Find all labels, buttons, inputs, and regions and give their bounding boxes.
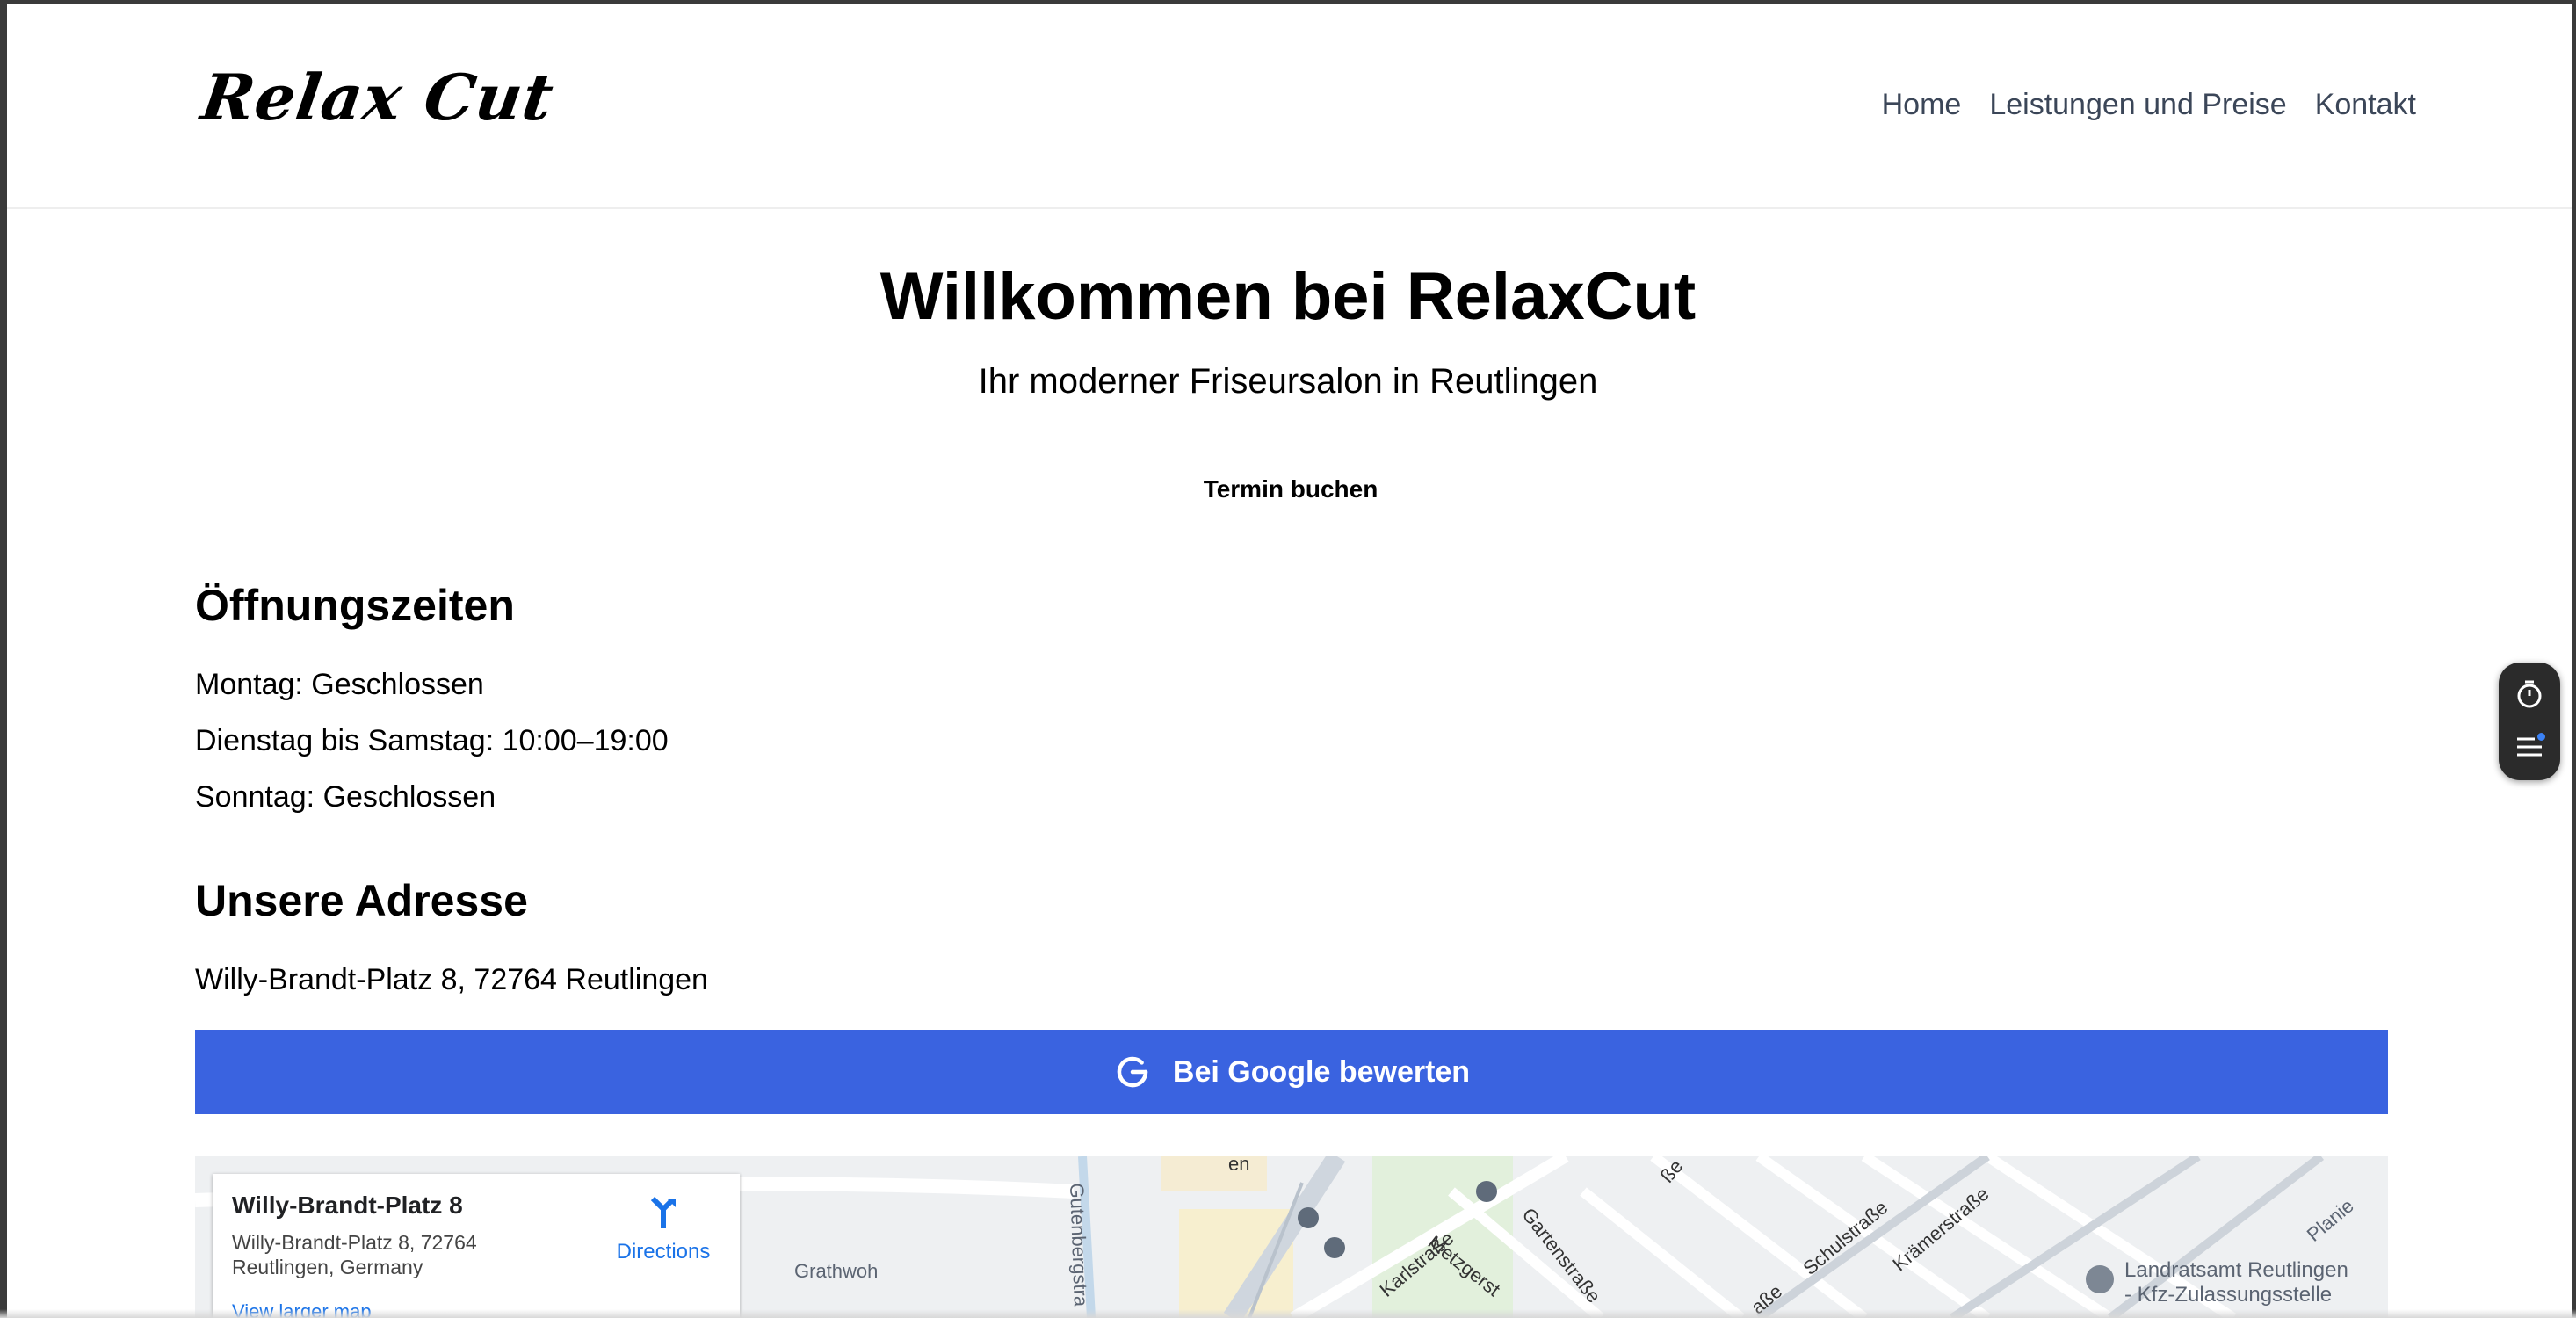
map-card-title: Willy-Brandt-Platz 8: [232, 1191, 463, 1219]
map-label-grathwoh: Grathwoh: [794, 1260, 879, 1282]
book-appointment-button[interactable]: Termin buchen: [1174, 467, 1407, 511]
nav-contact[interactable]: Kontakt: [2315, 88, 2416, 122]
address-heading: Unsere Adresse: [195, 876, 528, 925]
list-icon[interactable]: [2508, 726, 2551, 768]
map-label-landratsamt: Landratsamt Reutlingen: [2124, 1258, 2348, 1282]
hero-title: Willkommen bei RelaxCut: [879, 259, 1697, 334]
hours-line-sunday: Sonntag: Geschlossen: [195, 780, 496, 814]
google-review-button[interactable]: Bei Google bewerten: [195, 1030, 2388, 1114]
hours-heading: Öffnungszeiten: [195, 581, 515, 630]
bottom-edge: [0, 1309, 2576, 1318]
main-nav: Home Leistungen und Preise Kontakt: [1882, 88, 2416, 122]
nav-home[interactable]: Home: [1882, 88, 1962, 122]
google-icon: [1117, 1056, 1148, 1088]
map-label-kfz-zulassungsstelle: - Kfz-Zulassungsstelle: [2124, 1283, 2333, 1307]
map-info-card: Willy-Brandt-Platz 8 Willy-Brandt-Platz …: [213, 1174, 740, 1318]
window-frame-right: [2572, 0, 2576, 1318]
map-label-en: en: [1228, 1156, 1250, 1175]
google-review-label: Bei Google bewerten: [1172, 1054, 1471, 1089]
map-label-gutenbergstrasse: Gutenbergstra: [1066, 1183, 1092, 1307]
nav-services-prices[interactable]: Leistungen und Preise: [1989, 88, 2286, 122]
notification-dot: [2537, 733, 2545, 741]
logo[interactable]: Relax Cut: [197, 60, 559, 134]
window-frame-left: [0, 0, 7, 1318]
map-card-address: Willy-Brandt-Platz 8, 72764 Reutlingen, …: [232, 1231, 477, 1278]
embedded-map[interactable]: Gutenbergstra Grathwoh Karlstraße Metzge…: [195, 1156, 2388, 1318]
directions-label: Directions: [616, 1240, 711, 1264]
hours-line-tue-sat: Dienstag bis Samstag: 10:00–19:00: [195, 724, 669, 757]
hero-subtitle: Ihr moderner Friseursalon in Reutlingen: [978, 362, 1598, 401]
timer-icon[interactable]: [2508, 673, 2551, 715]
hours-line-monday: Montag: Geschlossen: [195, 668, 484, 701]
site-header: Relax Cut Home Leistungen und Preise Kon…: [7, 4, 2572, 209]
address-text: Willy-Brandt-Platz 8, 72764 Reutlingen: [195, 963, 708, 996]
directions-icon: [650, 1196, 676, 1228]
floating-widget: [2499, 663, 2560, 780]
directions-button[interactable]: Directions: [606, 1195, 720, 1264]
